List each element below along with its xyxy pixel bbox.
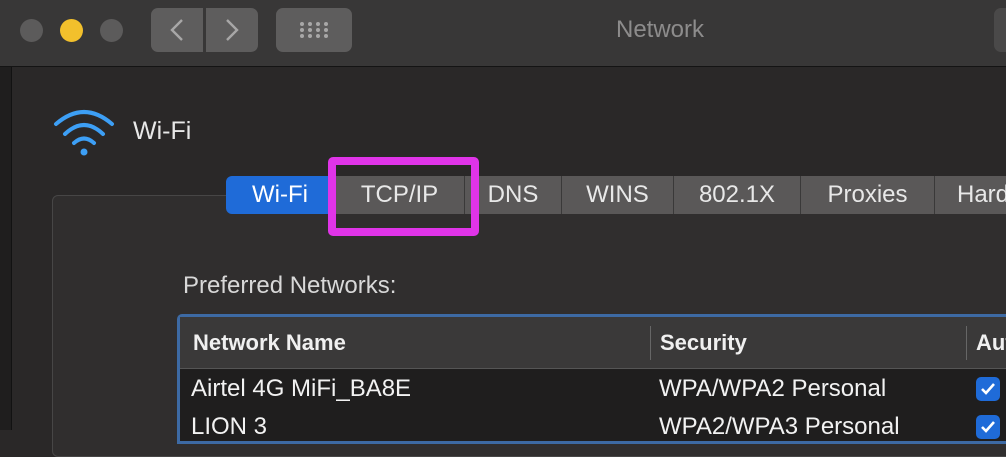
zoom-window-button[interactable] (100, 19, 123, 42)
table-row[interactable]: Airtel 4G MiFi_BA8E WPA/WPA2 Personal (180, 370, 1006, 408)
close-window-button[interactable] (20, 19, 43, 42)
wifi-icon (54, 110, 114, 156)
column-divider[interactable] (650, 326, 651, 360)
interface-name: Wi-Fi (133, 117, 192, 145)
chevron-left-icon (170, 19, 183, 41)
tab-proxies[interactable]: Proxies (801, 176, 935, 214)
tab-802-1x[interactable]: 802.1X (674, 176, 801, 214)
forward-button[interactable] (206, 8, 258, 52)
preferred-networks-table[interactable]: Network Name Security Aut Airtel 4G MiFi… (177, 314, 1006, 444)
minimize-window-button[interactable] (60, 19, 83, 42)
network-security: WPA/WPA2 Personal (659, 375, 887, 402)
show-all-button[interactable] (276, 8, 352, 52)
checkmark-icon (981, 421, 995, 433)
network-name: LION 3 (191, 413, 268, 440)
table-header: Network Name Security Aut (180, 317, 1006, 369)
tab-wifi[interactable]: Wi-Fi (226, 176, 335, 214)
column-divider[interactable] (966, 326, 967, 360)
network-security: WPA2/WPA3 Personal (659, 413, 900, 440)
title-bar: Network (0, 0, 1006, 67)
table-row[interactable]: LION 3 WPA2/WPA3 Personal (180, 408, 1006, 446)
auto-join-checkbox[interactable] (976, 415, 1000, 439)
grid-icon (300, 22, 328, 38)
column-security[interactable]: Security (660, 330, 747, 356)
checkmark-icon (981, 383, 995, 395)
sidebar-edge (0, 67, 12, 430)
column-network-name[interactable]: Network Name (193, 330, 346, 356)
search-field[interactable] (994, 8, 1006, 52)
back-button[interactable] (151, 8, 203, 52)
network-name: Airtel 4G MiFi_BA8E (191, 375, 412, 402)
window-title: Network (615, 16, 705, 43)
preferred-networks-label: Preferred Networks: (183, 272, 397, 299)
tab-dns[interactable]: DNS (465, 176, 562, 214)
auto-join-checkbox[interactable] (976, 377, 1000, 401)
tab-wins[interactable]: WINS (562, 176, 674, 214)
tcp-ip-highlight-box (328, 157, 479, 236)
chevron-right-icon (226, 19, 239, 41)
tab-hardware[interactable]: Hard (935, 176, 1006, 214)
column-auto-join[interactable]: Aut (976, 330, 1006, 356)
